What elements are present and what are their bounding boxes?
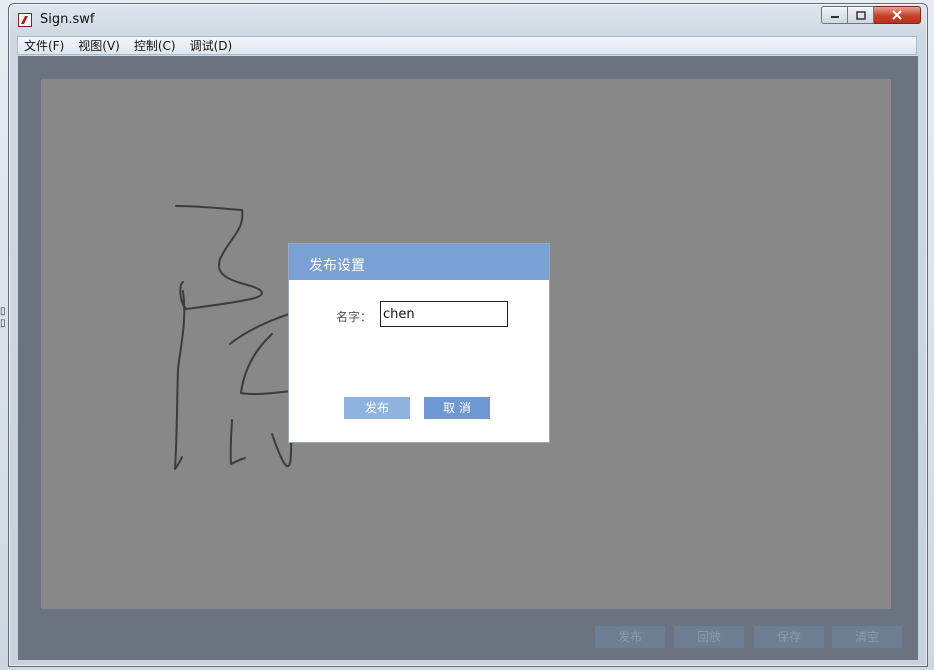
name-label: 名字：: [336, 310, 373, 324]
maximize-button[interactable]: [848, 6, 874, 24]
menu-bar: 文件(F) 视图(V) 控制(C) 调试(D): [17, 36, 917, 55]
title-bar[interactable]: Sign.swf: [9, 4, 927, 36]
replay-button[interactable]: 回放: [674, 626, 744, 648]
close-icon: [892, 10, 902, 20]
desktop-edge-fragment: ▯ ▯: [0, 306, 6, 329]
dialog-publish-button[interactable]: 发布: [344, 397, 410, 419]
minimize-icon: [830, 16, 839, 18]
bottom-toolbar: 发布 回放 保存 清空: [18, 609, 918, 660]
menu-file[interactable]: 文件(F): [24, 37, 64, 54]
dialog-header: 发布设置: [289, 244, 549, 280]
minimize-button[interactable]: [821, 6, 848, 24]
dialog-cancel-button[interactable]: 取 消: [424, 397, 490, 419]
close-button[interactable]: [874, 6, 921, 24]
maximize-icon: [855, 10, 866, 20]
clear-button[interactable]: 清空: [832, 626, 902, 648]
flash-player-icon: [18, 13, 32, 27]
publish-button[interactable]: 发布: [595, 626, 665, 648]
save-button[interactable]: 保存: [754, 626, 824, 648]
window-controls: [821, 6, 921, 26]
window-title: Sign.swf: [40, 12, 95, 27]
menu-debug[interactable]: 调试(D): [190, 37, 233, 54]
dialog-title: 发布设置: [309, 258, 365, 274]
name-input[interactable]: [380, 301, 508, 327]
publish-settings-dialog: 发布设置 名字： 发布 取 消: [288, 243, 550, 443]
menu-control[interactable]: 控制(C): [134, 37, 176, 54]
menu-view[interactable]: 视图(V): [78, 37, 120, 54]
